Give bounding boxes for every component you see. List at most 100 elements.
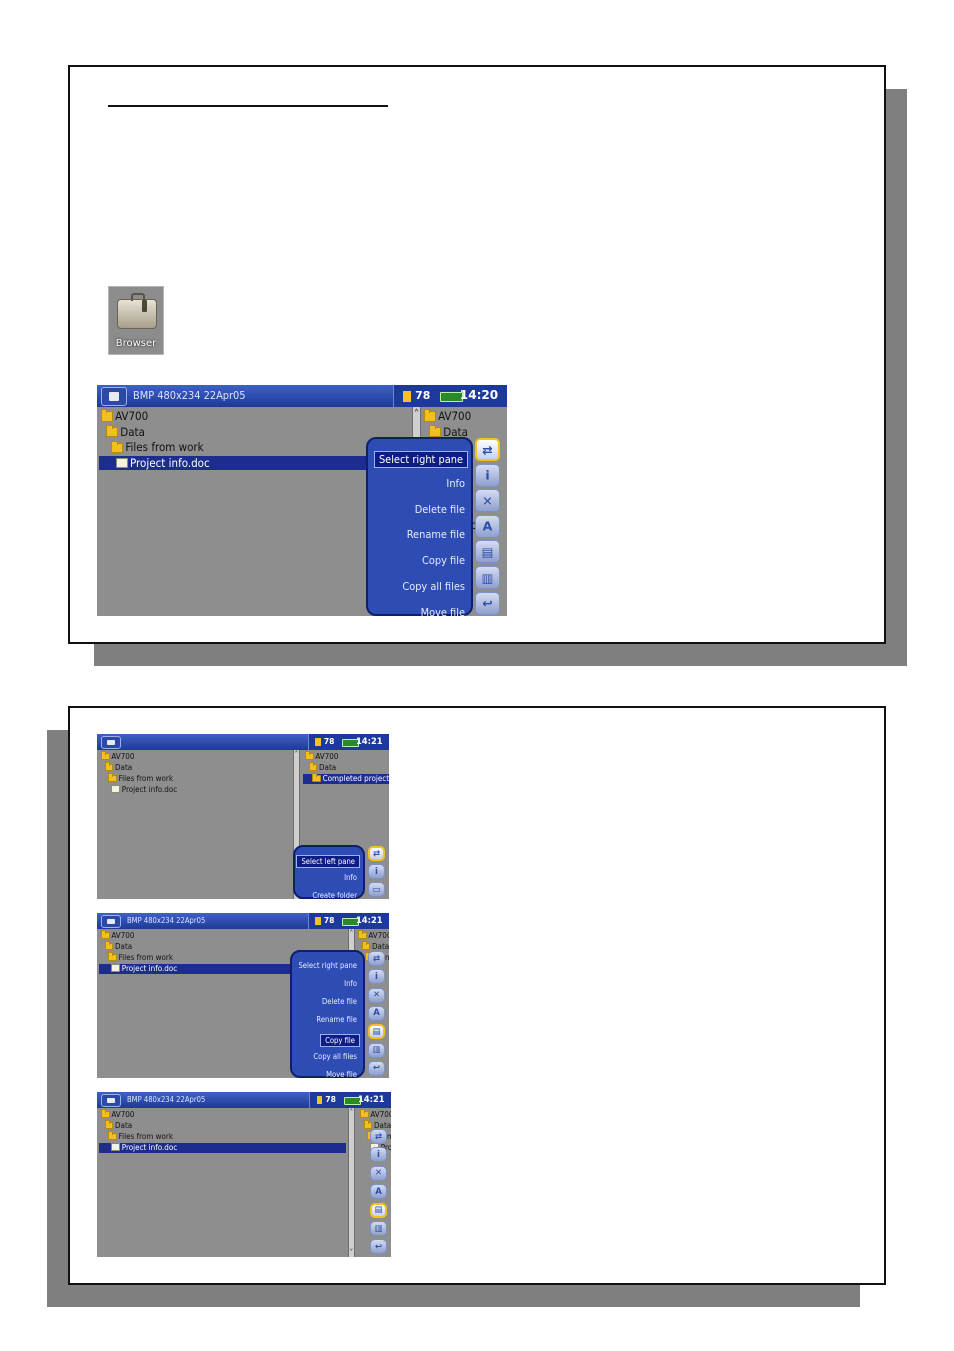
list-item[interactable]: Files from work [99, 1130, 174, 1142]
device-screen: BMP 480x234 22Apr05 78 14:21 AV700 Data Files… [97, 1092, 391, 1257]
rename-icon[interactable]: A [370, 1184, 387, 1200]
toolbar-glyph: i [485, 467, 490, 483]
list-item[interactable]: Project info.doc [99, 1142, 346, 1153]
list-item[interactable]: AV700 [356, 929, 389, 941]
switch-pane-icon[interactable]: ⇄ [370, 1129, 387, 1144]
list-item[interactable]: Project info.doc [99, 455, 410, 471]
menu-item[interactable]: Copy file [422, 554, 465, 567]
copy-all-icon[interactable]: ▥ [370, 1221, 387, 1236]
list-item[interactable]: AV700 [303, 750, 338, 762]
toolbar-glyph: i [377, 1149, 380, 1160]
toolbar-glyph: i [375, 866, 378, 877]
menu-item[interactable]: Copy all files [402, 580, 465, 593]
menu-item[interactable]: Copy file [320, 1034, 360, 1047]
delete-icon[interactable]: ✕ [475, 489, 500, 513]
toolbar-glyph: ↩ [482, 595, 493, 611]
menu-item[interactable]: Move file [421, 606, 465, 619]
folder-icon [101, 409, 113, 422]
menu-item[interactable]: Create folder [312, 891, 357, 900]
delete-icon[interactable]: ✕ [368, 987, 385, 1003]
menu-item[interactable]: Move file [326, 1070, 357, 1079]
left-pane[interactable]: AV700 Data Files from work Project info.doc [99, 407, 410, 616]
context-menu: Select right pane Info Delete file Rename f… [290, 950, 365, 1079]
list-item[interactable]: Data [99, 940, 132, 952]
create-folder-icon[interactable]: ▭ [368, 882, 385, 898]
menu-item[interactable]: Select left pane [296, 855, 360, 868]
list-item[interactable]: Data [99, 1119, 132, 1131]
switch-pane-icon[interactable]: ⇄ [475, 438, 500, 461]
clock: 14:21 [355, 736, 383, 747]
menu-item[interactable]: Rename file [316, 1015, 357, 1024]
left-pane[interactable]: AV700 Data Files from work Project info.doc [99, 750, 291, 899]
scroll-up-icon[interactable]: ˄ [349, 1108, 354, 1117]
list-item[interactable]: Files from work [99, 951, 173, 963]
toolbar-glyph: ▭ [372, 884, 381, 895]
move-icon[interactable]: ↩ [475, 591, 500, 615]
menu-item[interactable]: Info [446, 477, 465, 490]
info-icon[interactable]: i [370, 1147, 387, 1163]
folder-icon [104, 1119, 114, 1130]
folder-icon [424, 409, 436, 422]
left-pane[interactable]: AV700 Data Files from work Project info.doc [99, 1108, 346, 1257]
list-item-label: AV700 [368, 931, 389, 940]
toolbar-glyph: ▥ [372, 1045, 381, 1055]
volume-level: 78 [415, 388, 431, 402]
move-icon[interactable]: ↩ [368, 1060, 385, 1076]
list-item[interactable]: Project info.doc [99, 785, 177, 795]
context-menu: Select right pane Info Delete file Rename f… [366, 437, 473, 619]
delete-icon[interactable]: ✕ [370, 1165, 387, 1181]
home-button[interactable] [101, 915, 121, 928]
switch-pane-icon[interactable]: ⇄ [368, 846, 385, 861]
copy-icon[interactable]: ▤ [475, 540, 500, 564]
info-icon[interactable]: i [368, 864, 385, 880]
scroll-up-icon[interactable]: ˄ [294, 750, 299, 759]
list-item[interactable]: AV700 [99, 929, 134, 941]
list-item[interactable]: Data [99, 761, 132, 773]
menu-item[interactable]: Select right pane [298, 961, 357, 970]
copy-all-icon[interactable]: ▥ [475, 566, 500, 589]
info-icon[interactable]: i [475, 463, 500, 487]
folder-icon [363, 1119, 373, 1130]
list-item[interactable]: Data [303, 761, 337, 773]
menu-item[interactable]: Copy all files [313, 1052, 357, 1061]
menu-item[interactable]: Info [344, 873, 357, 882]
home-button[interactable] [101, 736, 121, 749]
list-item-label: AV700 [370, 1110, 391, 1119]
home-button[interactable] [101, 1094, 121, 1107]
info-icon[interactable]: i [368, 969, 385, 985]
menu-item[interactable]: Select right pane [373, 451, 468, 468]
copy-icon[interactable]: ▤ [370, 1202, 387, 1218]
list-item[interactable]: AV700 [99, 409, 148, 424]
list-item[interactable]: AV700 [422, 409, 471, 424]
list-item[interactable]: Data [99, 425, 145, 440]
left-scrollbar[interactable]: ˄˅ [348, 1108, 355, 1257]
switch-pane-icon[interactable]: ⇄ [368, 951, 385, 966]
scroll-down-icon[interactable]: ˅ [349, 1248, 354, 1257]
browser-app-icon[interactable]: Browser [108, 286, 164, 355]
list-item[interactable]: AV700 [99, 1108, 134, 1120]
rename-icon[interactable]: A [368, 1005, 385, 1021]
menu-item[interactable]: Delete file [415, 503, 465, 516]
list-item-label: Files from work [118, 1131, 174, 1141]
copy-all-icon[interactable]: ▥ [368, 1042, 385, 1058]
toolbar-glyph: ▤ [481, 544, 494, 560]
list-item[interactable]: Files from work [99, 772, 173, 784]
list-item[interactable]: AV700 [358, 1108, 391, 1120]
copy-icon[interactable]: ▤ [368, 1024, 385, 1040]
rename-icon[interactable]: A [475, 514, 500, 538]
list-item-label: Data [318, 762, 337, 772]
home-button[interactable] [101, 387, 127, 406]
scroll-up-icon[interactable]: ˄ [349, 929, 354, 938]
scroll-up-icon[interactable]: ˄ [413, 407, 420, 421]
folder-icon [111, 440, 124, 453]
list-item[interactable]: Files from work [99, 440, 204, 455]
list-item[interactable]: Completed projects [303, 772, 389, 784]
menu-item[interactable]: Rename file [407, 528, 465, 541]
toolbar-glyph: ▥ [374, 1223, 383, 1234]
toolbar-glyph: ⇄ [372, 953, 381, 964]
menu-item[interactable]: Delete file [322, 997, 357, 1006]
menu-item[interactable]: Info [344, 979, 357, 988]
move-icon[interactable]: ↩ [370, 1239, 387, 1255]
toolbar-glyph: A [375, 1186, 382, 1197]
list-item[interactable]: AV700 [99, 750, 134, 762]
